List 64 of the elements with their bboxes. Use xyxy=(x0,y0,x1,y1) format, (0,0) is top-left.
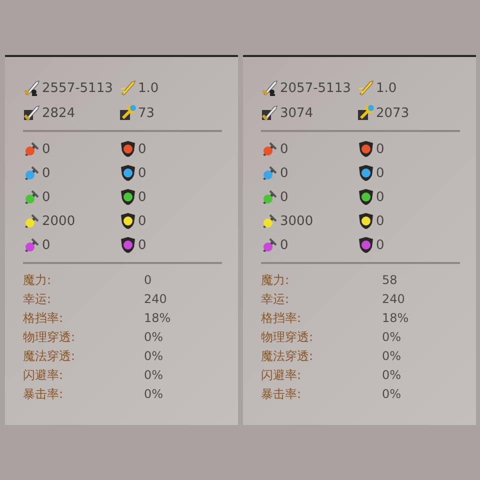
stat-value: 1.0 xyxy=(138,80,159,96)
sword-icon xyxy=(119,79,137,97)
attribute-value: 0% xyxy=(144,386,164,403)
stat-value: 0 xyxy=(42,142,50,156)
stat-value: 73 xyxy=(138,106,155,120)
hammer-icon xyxy=(357,104,375,122)
stat-value: 2073 xyxy=(376,106,410,120)
stat-value: 0 xyxy=(138,238,146,252)
stat-value: 0 xyxy=(138,142,146,156)
attribute-value: 0% xyxy=(144,348,164,365)
attribute-label: 格挡率: xyxy=(261,310,302,327)
attribute-label: 魔法穿透: xyxy=(261,348,314,365)
attribute-value: 0% xyxy=(382,348,402,365)
attribute-label: 魔力: xyxy=(261,272,290,289)
stat-value: 3000 xyxy=(280,214,314,228)
attribute-value: 0 xyxy=(144,272,153,289)
stat-value: 0 xyxy=(280,142,288,156)
attribute-label: 魔力: xyxy=(23,272,52,289)
sword-icon xyxy=(261,79,279,97)
stat-value: 1.0 xyxy=(376,80,397,96)
sword-icon xyxy=(261,104,279,122)
attribute-label: 格挡率: xyxy=(23,310,64,327)
stat-value: 0 xyxy=(376,142,384,156)
stat-value: 0 xyxy=(138,190,146,204)
attribute-label: 幸运: xyxy=(23,291,52,308)
stat-value: 0 xyxy=(280,166,288,180)
attribute-label: 暴击率: xyxy=(261,386,302,403)
stat-value: 0 xyxy=(42,238,50,252)
attribute-label: 闪避率: xyxy=(23,367,64,384)
attribute-value: 0% xyxy=(382,329,402,346)
sword-icon xyxy=(23,79,41,97)
stat-value: 3074 xyxy=(280,106,314,120)
stat-value: 0 xyxy=(376,214,384,228)
attribute-value: 240 xyxy=(382,291,406,308)
stat-value: 0 xyxy=(138,166,146,180)
stat-value: 2557-5113 xyxy=(42,80,113,96)
attribute-value: 0% xyxy=(144,367,164,384)
stat-value: 0 xyxy=(280,238,288,252)
attribute-label: 幸运: xyxy=(261,291,290,308)
attribute-label: 物理穿透: xyxy=(23,329,76,346)
stat-value: 0 xyxy=(42,166,50,180)
attribute-value: 240 xyxy=(144,291,168,308)
attribute-label: 魔法穿透: xyxy=(23,348,76,365)
attribute-value: 0% xyxy=(144,329,164,346)
hammer-icon xyxy=(119,104,137,122)
stat-value: 2824 xyxy=(42,106,76,120)
attribute-value: 18% xyxy=(144,310,172,327)
attribute-value: 0% xyxy=(382,367,402,384)
sword-icon xyxy=(23,104,41,122)
stat-value: 0 xyxy=(42,190,50,204)
stat-value: 0 xyxy=(376,190,384,204)
sword-icon xyxy=(357,79,375,97)
stat-value: 0 xyxy=(376,166,384,180)
attribute-label: 物理穿透: xyxy=(261,329,314,346)
attribute-label: 闪避率: xyxy=(261,367,302,384)
attribute-label: 暴击率: xyxy=(23,386,64,403)
attribute-value: 0% xyxy=(382,386,402,403)
stat-value: 0 xyxy=(138,214,146,228)
stat-value: 2000 xyxy=(42,214,76,228)
stat-value: 0 xyxy=(376,238,384,252)
stat-value: 0 xyxy=(280,190,288,204)
attribute-value: 58 xyxy=(382,272,398,289)
stat-value: 2057-5113 xyxy=(280,80,351,96)
attribute-value: 18% xyxy=(382,310,410,327)
